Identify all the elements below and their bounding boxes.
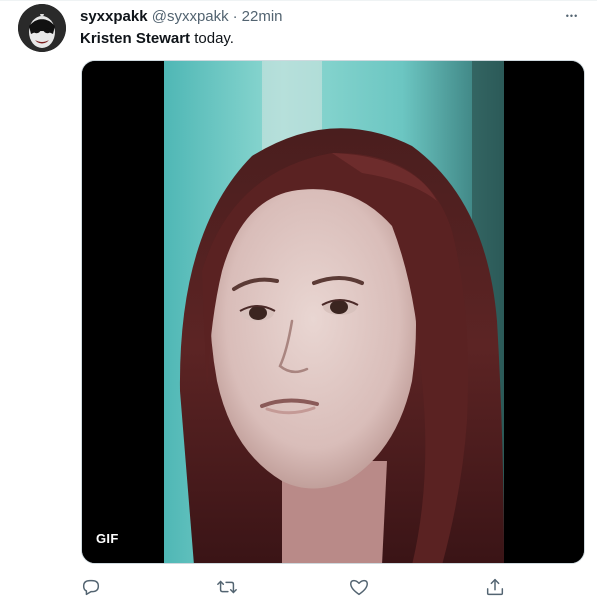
retweet-button[interactable]	[216, 576, 238, 598]
timestamp[interactable]: 22min	[242, 8, 283, 25]
reply-icon	[82, 579, 100, 596]
display-name[interactable]: syxxpakk	[80, 8, 148, 25]
separator-dot: ·	[232, 8, 238, 25]
more-icon: •••	[565, 11, 579, 21]
heart-icon	[350, 579, 368, 596]
reply-button[interactable]	[80, 576, 102, 598]
avatar[interactable]	[18, 4, 66, 52]
tweet-actions	[80, 576, 520, 598]
tweet-text-bold: Kristen Stewart	[80, 30, 191, 47]
tweet[interactable]: syxxpakk @syxxpakk · 22min ••• Kristen Ste…	[0, 0, 597, 599]
divider	[0, 0, 597, 1]
gif-media[interactable]: GIF	[81, 60, 585, 564]
tweet-header: syxxpakk @syxxpakk · 22min	[80, 8, 283, 26]
retweet-icon	[217, 580, 237, 594]
like-button[interactable]	[348, 576, 370, 598]
tweet-text-rest: today.	[190, 30, 234, 47]
more-options-button[interactable]: •••	[561, 6, 583, 26]
share-button[interactable]	[484, 576, 506, 598]
share-icon	[486, 578, 504, 596]
tweet-text: Kristen Stewart today.	[80, 29, 234, 49]
gif-frame-image	[82, 61, 584, 563]
gif-badge: GIF	[96, 531, 119, 546]
user-handle[interactable]: @syxxpakk	[152, 8, 229, 25]
